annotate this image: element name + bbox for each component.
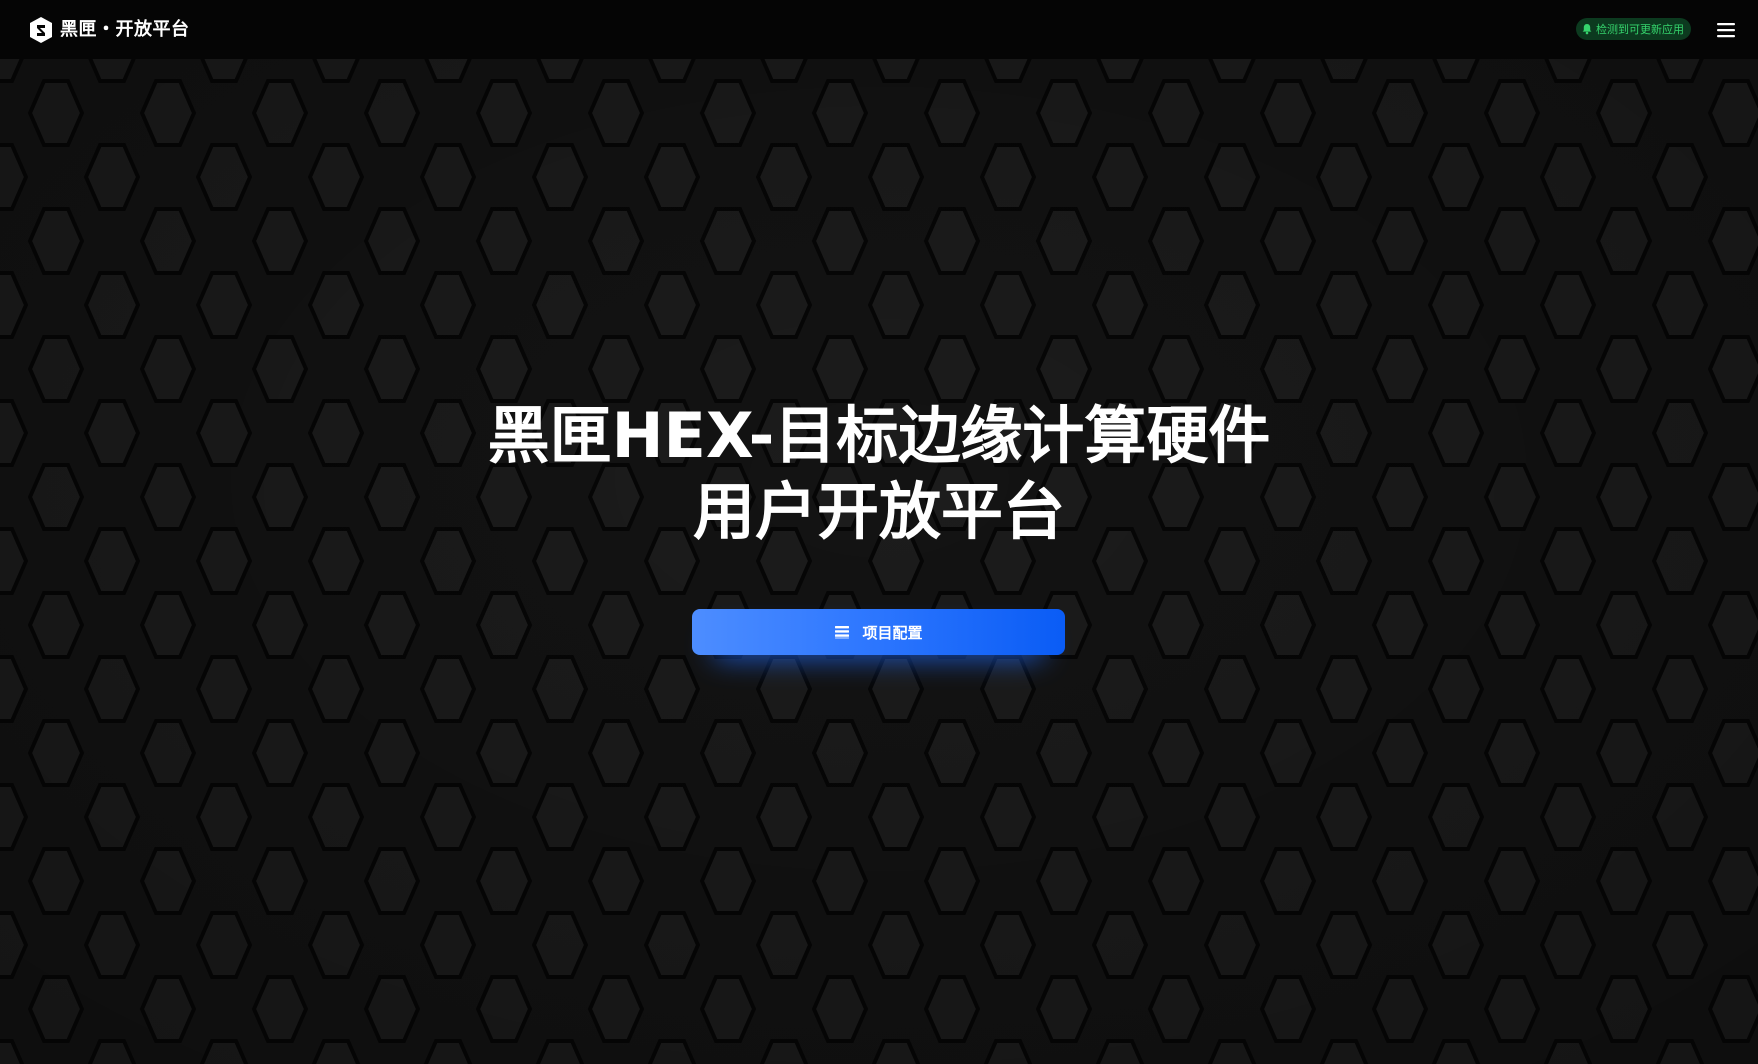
- brand[interactable]: 黑匣・开放平台: [28, 15, 190, 45]
- update-badge-label: 检测到可更新应用: [1596, 23, 1684, 36]
- project-config-label: 项目配置: [862, 623, 923, 642]
- top-navigation-bar: 黑匣・开放平台 检测到可更新应用: [0, 0, 1758, 59]
- page: 黑匣・开放平台 检测到可更新应用 黑匣HEX-目标边缘计算硬件 用户开放平台 项…: [0, 0, 1758, 1064]
- project-config-cta: 项目配置: [692, 609, 1065, 659]
- brand-logo-icon: [30, 17, 52, 43]
- update-available-badge[interactable]: 检测到可更新应用: [1576, 18, 1691, 40]
- hero-title-line-2: 用户开放平台: [692, 475, 1065, 548]
- hero-title: 黑匣HEX-目标边缘计算硬件 用户开放平台: [0, 398, 1758, 550]
- list-icon: [835, 626, 850, 639]
- hero-title-line-1: 黑匣HEX-目标边缘计算硬件: [487, 399, 1271, 472]
- hamburger-menu-icon[interactable]: [1714, 18, 1738, 42]
- bell-icon: [1582, 24, 1592, 35]
- project-config-button[interactable]: 项目配置: [692, 609, 1065, 655]
- brand-title: 黑匣・开放平台: [60, 19, 190, 40]
